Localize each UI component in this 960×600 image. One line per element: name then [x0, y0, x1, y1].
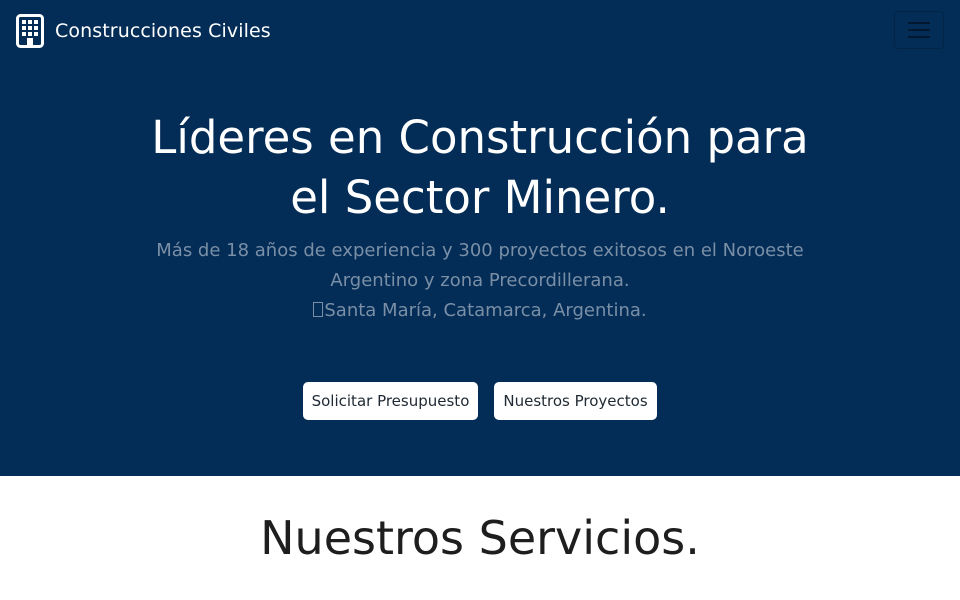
our-projects-button[interactable]: Nuestros Proyectos — [494, 382, 657, 420]
hero-title-line-1: Líderes en Construcción para — [151, 111, 809, 164]
hero-subtitle-line-1: Más de 18 años de experiencia y 300 proy… — [156, 240, 804, 261]
hero-location-text: Santa María, Catamarca, Argentina. — [324, 300, 647, 321]
missing-glyph-icon — [313, 302, 324, 317]
hamburger-menu-icon — [908, 36, 930, 38]
navbar: Construcciones Civiles — [0, 0, 960, 62]
building-icon — [16, 14, 44, 48]
brand-name: Construcciones Civiles — [55, 20, 271, 42]
request-quote-button[interactable]: Solicitar Presupuesto — [303, 382, 478, 420]
hamburger-menu-icon — [908, 29, 930, 31]
hamburger-menu-icon — [908, 22, 930, 24]
brand-link[interactable]: Construcciones Civiles — [16, 14, 271, 48]
hero-subtitle-line-2: Argentino y zona Precordillerana. — [330, 270, 630, 291]
services-section-title: Nuestros Servicios. — [260, 511, 700, 565]
hero-title-line-2: el Sector Minero. — [290, 171, 670, 224]
hero-title: Líderes en Construcción para el Sector M… — [120, 108, 840, 228]
navbar-toggler-button[interactable] — [894, 11, 944, 49]
hero-location: Santa María, Catamarca, Argentina. — [150, 296, 810, 326]
hero-section: Construcciones Civiles Líderes en Constr… — [0, 0, 960, 476]
hero-subtitle: Más de 18 años de experiencia y 300 proy… — [150, 236, 810, 326]
